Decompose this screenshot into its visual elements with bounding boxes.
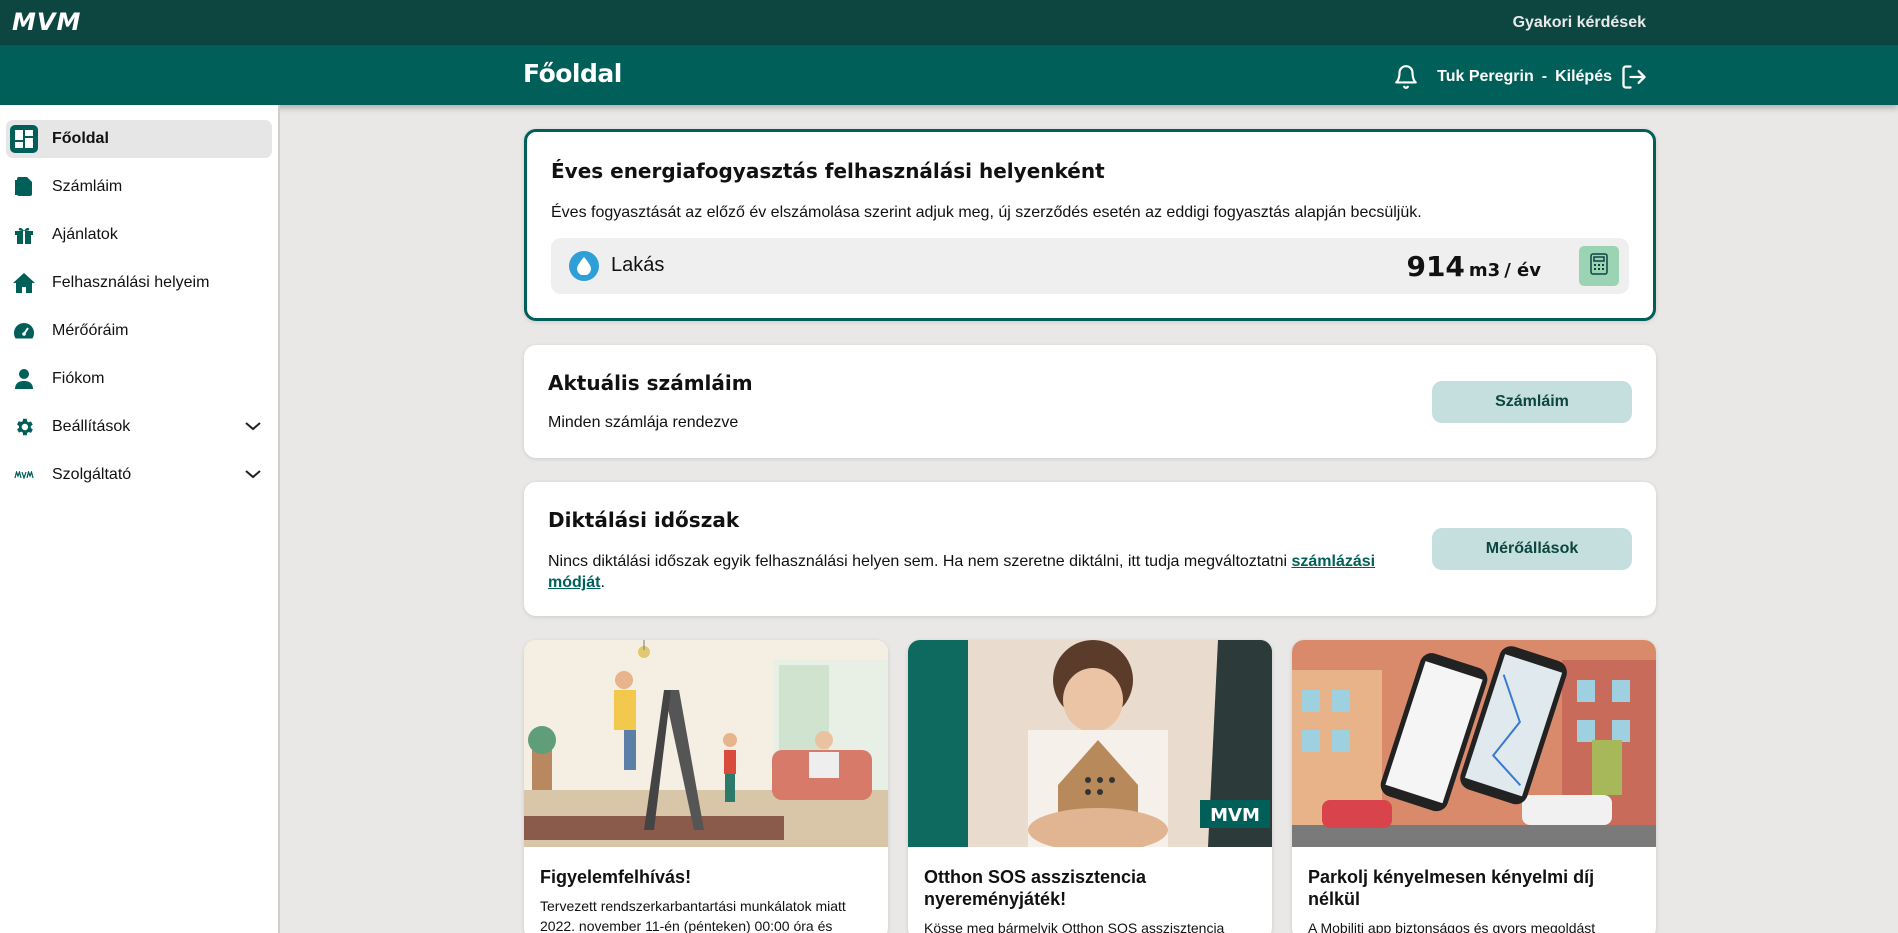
promo-text: A Mobiliti app biztonságos és gyors mego… bbox=[1308, 920, 1596, 933]
calculator-icon bbox=[1590, 252, 1608, 280]
promo-text: Kösse meg bármelyik Otthon SOS assziszte… bbox=[924, 920, 1225, 933]
maintenance-illustration bbox=[524, 640, 888, 847]
sidebar-item-label: Felhasználási helyeim bbox=[52, 274, 210, 291]
promo-text: Tervezett rendszerkarbantartási munkálat… bbox=[540, 898, 846, 933]
promo-title: Parkolj kényelmesen kényelmi díj nélkül bbox=[1308, 867, 1595, 909]
reading-period-title: Diktálási időszak bbox=[548, 508, 740, 532]
calculator-button[interactable] bbox=[1579, 246, 1619, 286]
otthon-sos-photo: MVM bbox=[908, 640, 1272, 847]
consumption-unit: m3 bbox=[1468, 260, 1501, 281]
promo-title: Figyelemfelhívás! bbox=[540, 867, 692, 887]
promo-card-otthon-sos[interactable]: MVM Otthon SOS asszisztencia nyereményjá… bbox=[908, 640, 1272, 933]
meter-readings-button[interactable]: Mérőállások bbox=[1432, 528, 1632, 570]
gift-icon bbox=[10, 221, 38, 249]
place-name: Lakás bbox=[611, 254, 665, 276]
sidebar-item-meroaraim[interactable]: Mérőóráim bbox=[6, 312, 272, 350]
faq-link[interactable]: Gyakori kérdések bbox=[1513, 14, 1646, 32]
page-header: Főoldal Tuk Peregrin - Kilépés bbox=[0, 45, 1898, 105]
sidebar-item-beallitasok[interactable]: Beállítások bbox=[6, 408, 272, 446]
user-icon bbox=[10, 365, 38, 393]
reading-period-text: Nincs diktálási időszak egyik felhasznál… bbox=[548, 551, 1388, 593]
sidebar-item-fiokom[interactable]: Fiókom bbox=[6, 360, 272, 398]
sidebar-item-label: Szolgáltató bbox=[52, 466, 132, 483]
user-name: Tuk Peregrin bbox=[1437, 68, 1534, 85]
promo-card-mobiliti[interactable]: Parkolj kényelmesen kényelmi díj nélkül … bbox=[1292, 640, 1656, 933]
chevron-down-icon[interactable] bbox=[244, 467, 262, 485]
sidebar-item-label: Mérőóráim bbox=[52, 322, 129, 339]
reading-period-message: Nincs diktálási időszak egyik felhasznál… bbox=[548, 553, 1292, 570]
sidebar-item-label: Főoldal bbox=[52, 130, 109, 147]
consumption-period: / év bbox=[1504, 260, 1541, 281]
sidebar-item-felhasznalasi-helyeim[interactable]: Felhasználási helyeim bbox=[6, 264, 272, 302]
bills-button[interactable]: Számláim bbox=[1432, 381, 1632, 423]
bills-card-title: Aktuális számláim bbox=[548, 371, 753, 395]
top-bar: MVM Gyakori kérdések bbox=[0, 0, 1898, 45]
energy-consumption-card: Éves energiafogyasztás felhasználási hel… bbox=[524, 129, 1656, 321]
sidebar-item-fooldal[interactable]: Főoldal bbox=[6, 120, 272, 158]
home-icon bbox=[10, 269, 38, 297]
sidebar-item-label: Ajánlatok bbox=[52, 226, 118, 243]
document-icon bbox=[10, 173, 38, 201]
promo-badge-text: MVM bbox=[1210, 805, 1260, 826]
gear-icon bbox=[10, 413, 38, 441]
promo-title: Otthon SOS asszisztencia nyereményjáték! bbox=[924, 867, 1147, 909]
consumption-number: 914 bbox=[1406, 250, 1465, 283]
reading-period-suffix: . bbox=[600, 574, 605, 591]
mvm-logo[interactable]: MVM bbox=[12, 10, 81, 34]
sidebar-item-label: Fiókom bbox=[52, 370, 105, 387]
mvm-logo-icon bbox=[10, 461, 38, 489]
sidebar-item-szamlaim[interactable]: Számláim bbox=[6, 168, 272, 206]
consumption-value: 914 m3/ év bbox=[1406, 250, 1541, 283]
logout-link[interactable]: Kilépés bbox=[1555, 68, 1612, 86]
logout-icon[interactable] bbox=[1620, 63, 1648, 91]
energy-card-title: Éves energiafogyasztás felhasználási hel… bbox=[551, 159, 1105, 183]
water-drop-icon bbox=[569, 251, 599, 281]
header-separator: - bbox=[1541, 68, 1548, 85]
sidebar-item-szolgaltato[interactable]: Szolgáltató bbox=[6, 456, 272, 494]
meter-icon bbox=[10, 317, 38, 345]
bills-card-text: Minden számlája rendezve bbox=[548, 414, 739, 431]
sidebar-item-label: Számláim bbox=[52, 178, 123, 195]
consumption-row: Lakás 914 m3/ év bbox=[551, 238, 1629, 294]
dashboard-icon bbox=[10, 125, 38, 153]
sidebar-item-label: Beállítások bbox=[52, 418, 131, 435]
notification-bell-icon[interactable] bbox=[1393, 64, 1419, 90]
energy-card-description: Éves fogyasztását az előző év elszámolás… bbox=[551, 204, 1422, 221]
promo-card-maintenance[interactable]: Figyelemfelhívás! Tervezett rendszerkarb… bbox=[524, 640, 888, 933]
chevron-down-icon[interactable] bbox=[244, 419, 262, 437]
sidebar-item-ajanlatok[interactable]: Ajánlatok bbox=[6, 216, 272, 254]
mobiliti-app-illustration bbox=[1292, 640, 1656, 847]
user-area: Tuk Peregrin - Kilépés bbox=[1393, 63, 1648, 91]
page-title: Főoldal bbox=[523, 59, 622, 88]
sidebar: Főoldal Számláim Ajánlatok Felhasználási… bbox=[0, 105, 280, 933]
current-bills-card: Aktuális számláim Minden számlája rendez… bbox=[524, 345, 1656, 458]
reading-period-card: Diktálási időszak Nincs diktálási idősza… bbox=[524, 482, 1656, 616]
